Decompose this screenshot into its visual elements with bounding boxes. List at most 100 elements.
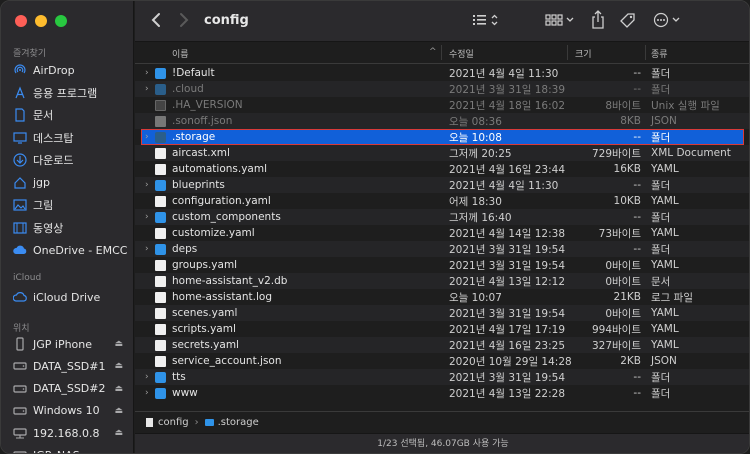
document-icon — [155, 116, 166, 127]
file-row[interactable]: scenes.yaml 2021년 3월 31일 19:54 0바이트 YAML — [135, 305, 749, 321]
file-row[interactable]: › deps 2021년 3월 31일 19:54 -- 폴더 — [135, 241, 749, 257]
sidebar-item-windows-10[interactable]: Windows 10 ⏏ — [13, 401, 131, 421]
disclosure-triangle-icon[interactable]: › — [145, 84, 153, 94]
sidebar-item-icloud-drive[interactable]: iCloud Drive — [13, 287, 131, 307]
sidebar-item-문서[interactable]: 문서 — [13, 105, 131, 125]
window-controls — [15, 15, 67, 27]
disclosure-triangle-icon[interactable]: › — [145, 132, 153, 142]
document-icon — [155, 148, 166, 159]
file-date: 2021년 4월 16일 23:44 — [449, 163, 566, 176]
icloud-heading: iCloud — [13, 273, 42, 283]
path-current[interactable]: .storage — [218, 417, 259, 428]
sidebar-item-192-168-0-8[interactable]: 192.168.0.8 ⏏ — [13, 423, 131, 443]
sidebar-item-jgp-iphone[interactable]: JGP iPhone ⏏ — [13, 334, 131, 354]
sidebar-item-jgp[interactable]: jgp — [13, 173, 131, 193]
disclosure-triangle-icon[interactable]: › — [145, 372, 153, 382]
column-name[interactable]: 이름 — [172, 47, 189, 60]
path-bar: config › .storage — [135, 411, 749, 433]
file-name: home-assistant.log — [172, 291, 272, 303]
file-name: blueprints — [172, 179, 225, 191]
more-actions-button[interactable] — [653, 12, 683, 28]
sidebar-item-label: AirDrop — [33, 63, 75, 77]
file-name: www — [172, 387, 198, 399]
disclosure-triangle-icon[interactable]: › — [145, 244, 153, 254]
file-row[interactable]: automations.yaml 2021년 4월 16일 23:44 16KB YA… — [135, 161, 749, 177]
document-icon — [155, 308, 166, 319]
close-button[interactable] — [15, 15, 27, 27]
view-options-button[interactable] — [473, 12, 501, 28]
file-date: 2021년 4월 4일 11:30 — [449, 67, 559, 80]
file-row[interactable]: home-assistant_v2.db 2021년 4월 13일 12:12 0바… — [135, 273, 749, 289]
file-row[interactable]: customize.yaml 2021년 4월 14일 12:38 73바이트 YAM… — [135, 225, 749, 241]
disclosure-triangle-icon[interactable]: › — [145, 212, 153, 222]
sidebar-item-다운로드[interactable]: 다운로드 — [13, 150, 131, 170]
file-kind: YAML — [651, 163, 679, 175]
file-name: home-assistant_v2.db — [172, 275, 288, 287]
document-icon — [155, 292, 166, 303]
sidebar-item-onedrive-emcc[interactable]: OneDrive - EMCC — [13, 240, 131, 260]
drive-icon — [13, 359, 27, 373]
eject-icon[interactable]: ⏏ — [114, 406, 123, 416]
sidebar-item-data-ssd-1[interactable]: DATA_SSD#1 ⏏ — [13, 356, 131, 376]
file-row[interactable]: configuration.yaml 어제 18:30 10KB YAML — [135, 193, 749, 209]
sidebar-item-airdrop[interactable]: AirDrop — [13, 60, 131, 80]
eject-icon[interactable]: ⏏ — [114, 339, 123, 349]
file-row[interactable]: › blueprints 2021년 4월 4일 11:30 -- 폴더 — [135, 177, 749, 193]
downloads-icon — [13, 153, 27, 167]
zoom-button[interactable] — [55, 15, 67, 27]
file-row[interactable]: service_account.json 2020년 10월 29일 14:28 2… — [135, 353, 749, 369]
sidebar-item-데스크탑[interactable]: 데스크탑 — [13, 128, 131, 148]
file-row[interactable]: scripts.yaml 2021년 4월 17일 17:19 994바이트 YAML — [135, 321, 749, 337]
eject-icon[interactable]: ⏏ — [114, 384, 123, 394]
disclosure-triangle-icon[interactable]: › — [145, 180, 153, 190]
sidebar-item-그림[interactable]: 그림 — [13, 195, 131, 215]
sidebar: 즐겨찾기 AirDrop 응용 프로그램 문서 데스크탑 다운로드 jgp 그림 동영상 One… — [1, 1, 134, 453]
sidebar-item-label: 데스크탑 — [33, 131, 74, 145]
file-row[interactable]: › .cloud 2021년 3월 31일 18:39 -- 폴더 — [135, 81, 749, 97]
file-name: scripts.yaml — [172, 323, 236, 335]
file-row[interactable]: aircast.xml 그저께 20:25 729바이트 XML Document — [135, 145, 749, 161]
file-kind: 로그 파일 — [651, 291, 693, 304]
file-size: 327바이트 — [591, 339, 641, 352]
file-row[interactable]: › custom_components 그저께 16:40 -- 폴더 — [135, 209, 749, 225]
file-row[interactable]: › tts 2021년 3월 31일 19:54 -- 폴더 — [135, 369, 749, 385]
forward-button[interactable] — [179, 12, 189, 28]
file-row[interactable]: secrets.yaml 2021년 4월 16일 23:25 327바이트 YAML — [135, 337, 749, 353]
file-row[interactable]: › www 2021년 4월 13일 22:28 -- 폴더 — [135, 385, 749, 401]
file-row[interactable]: home-assistant.log 오늘 10:07 21KB 로그 파일 — [135, 289, 749, 305]
grid-group-icon — [545, 14, 574, 26]
file-size: 729바이트 — [591, 147, 641, 160]
minimize-button[interactable] — [35, 15, 47, 27]
tags-button[interactable] — [619, 12, 637, 30]
column-date[interactable]: 수정일 — [449, 47, 474, 60]
group-by-button[interactable] — [545, 12, 575, 28]
file-row[interactable]: › .storage 오늘 10:08 -- 폴더 — [141, 129, 744, 145]
file-date: 2021년 4월 16일 23:25 — [449, 339, 566, 352]
disclosure-triangle-icon[interactable]: › — [145, 68, 153, 78]
chevron-right-icon — [180, 13, 189, 27]
document-icon — [155, 356, 166, 367]
drive-icon — [13, 382, 27, 396]
file-row[interactable]: › !Default 2021년 4월 4일 11:30 -- 폴더 — [135, 65, 749, 81]
column-size[interactable]: 크기 — [575, 47, 592, 60]
eject-icon[interactable]: ⏏ — [114, 361, 123, 371]
back-button[interactable] — [151, 12, 161, 28]
path-root[interactable]: config — [158, 417, 189, 428]
file-row[interactable]: groups.yaml 2021년 3월 31일 19:54 0바이트 YAML — [135, 257, 749, 273]
column-kind[interactable]: 종류 — [651, 47, 668, 60]
file-row[interactable]: .sonoff.json 오늘 08:36 8KB JSON — [135, 113, 749, 129]
file-name: !Default — [172, 67, 215, 79]
file-date: 2021년 4월 13일 12:12 — [449, 275, 566, 288]
sidebar-item-jgp-nas[interactable]: JGP_NAS — [13, 446, 131, 453]
file-name: .cloud — [172, 83, 204, 95]
sidebar-item-동영상[interactable]: 동영상 — [13, 218, 131, 238]
file-row[interactable]: .HA_VERSION 2021년 4월 18일 16:02 8바이트 Unix 실행… — [135, 97, 749, 113]
file-kind: YAML — [651, 339, 679, 351]
sidebar-item-data-ssd-2[interactable]: DATA_SSD#2 ⏏ — [13, 379, 131, 399]
file-kind: 폴더 — [651, 371, 671, 384]
share-button[interactable] — [591, 10, 605, 30]
eject-icon[interactable]: ⏏ — [114, 428, 123, 438]
file-date: 오늘 10:08 — [449, 131, 502, 144]
sidebar-item-응용-프로그램[interactable]: 응용 프로그램 — [13, 83, 131, 103]
disclosure-triangle-icon[interactable]: › — [145, 388, 153, 398]
